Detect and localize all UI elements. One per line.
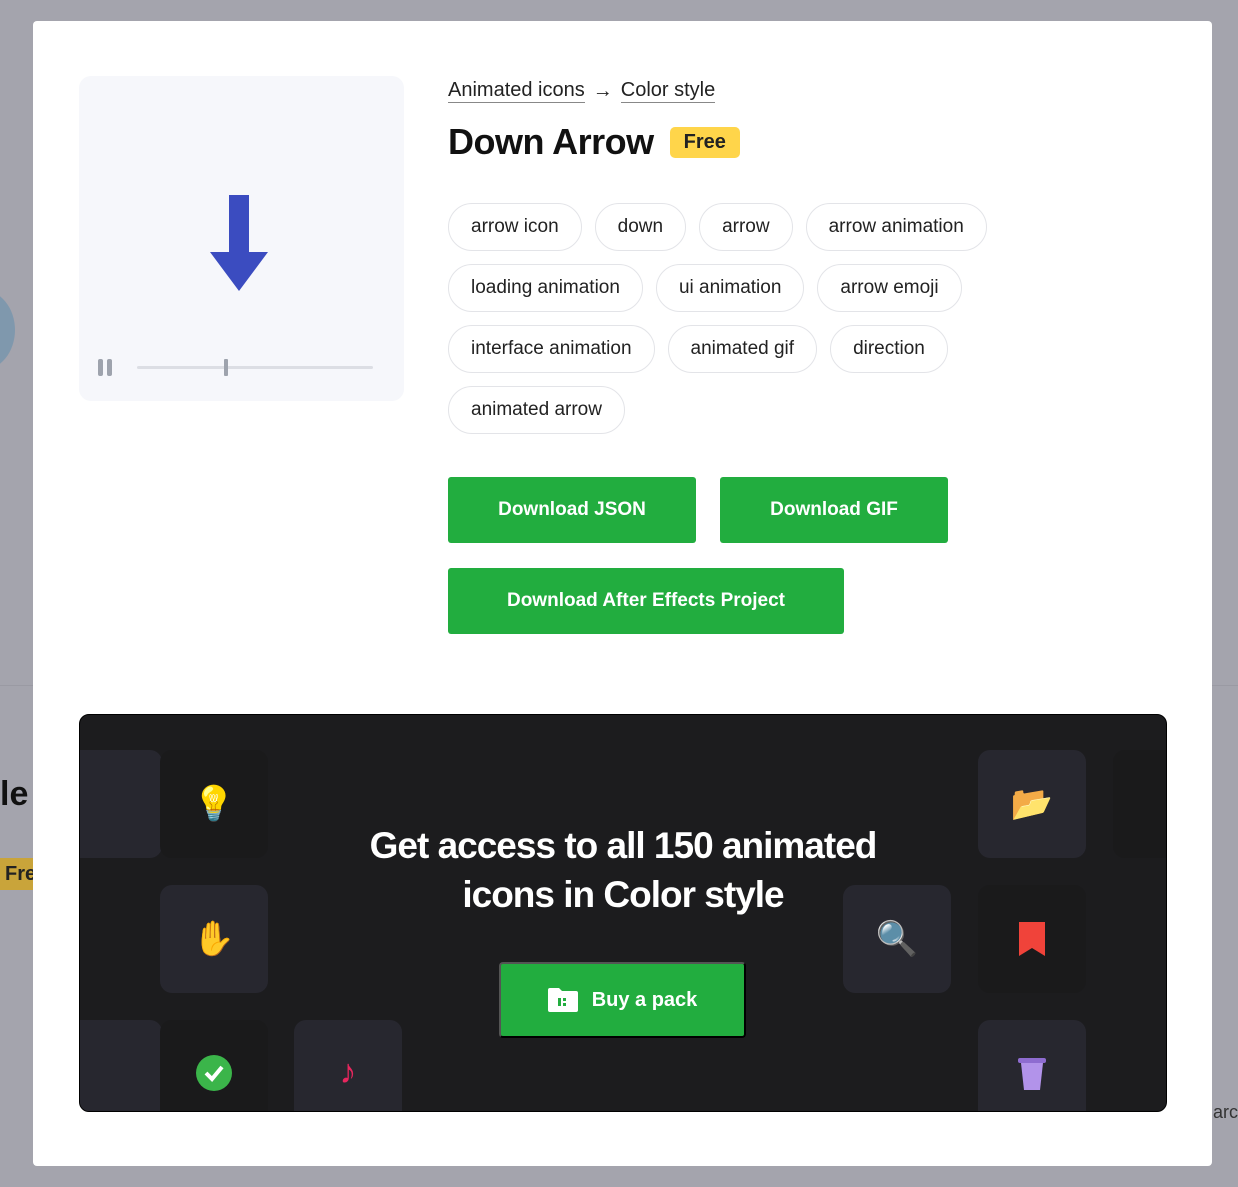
down-arrow-icon [210, 195, 268, 291]
tag-chip[interactable]: ui animation [655, 264, 805, 312]
background-avatar [0, 290, 15, 370]
breadcrumb: Animated icons → Color style [448, 79, 1048, 103]
tag-chip[interactable]: down [594, 203, 687, 251]
slider-thumb[interactable] [224, 359, 229, 376]
tile [80, 1020, 162, 1111]
trash-icon [978, 1020, 1086, 1111]
download-gif-button[interactable]: Download GIF [720, 477, 948, 543]
banner-heading-line1: Get access to all 150 animated [369, 825, 878, 866]
music-note-icon: ♪ [294, 1020, 402, 1111]
tag-chip[interactable]: loading animation [448, 264, 643, 312]
background-title: le [0, 775, 29, 813]
tag-chip[interactable]: arrow animation [805, 203, 987, 251]
tag-chip[interactable]: direction [830, 325, 948, 373]
folder-icon [547, 988, 578, 1012]
pause-icon-bar [107, 359, 112, 376]
breadcrumb-animated-icons[interactable]: Animated icons [448, 79, 585, 103]
free-badge: Free [669, 126, 740, 158]
page-title: Down Arrow [448, 121, 654, 162]
tag-chip[interactable]: interface animation [448, 325, 655, 373]
tag-chip[interactable]: arrow icon [448, 203, 582, 251]
tag-chip[interactable]: arrow emoji [817, 264, 962, 312]
tag-chip[interactable]: animated gif [667, 325, 818, 373]
buy-pack-button[interactable]: Buy a pack [499, 962, 746, 1038]
pause-button[interactable] [98, 359, 112, 376]
background-text: arc [1212, 1102, 1238, 1122]
download-json-button[interactable]: Download JSON [448, 477, 696, 543]
icon-detail-modal: Animated icons → Color style Down Arrow … [33, 21, 1212, 1166]
playback-slider[interactable] [137, 359, 373, 376]
check-circle-icon [160, 1020, 268, 1111]
breadcrumb-color-style[interactable]: Color style [620, 79, 716, 103]
tag-chip[interactable]: animated arrow [448, 386, 625, 434]
pause-icon [98, 359, 103, 376]
banner-heading-line2: icons in Color style [462, 874, 784, 915]
tag-chip[interactable]: arrow [699, 203, 793, 251]
arrow-right-icon: → [592, 79, 613, 102]
download-ae-project-button[interactable]: Download After Effects Project [448, 568, 844, 634]
banner-heading: Get access to all 150 animated icons in … [80, 821, 1166, 919]
tag-list: arrow icon down arrow arrow animation loadin… [448, 203, 1048, 434]
animation-preview [79, 76, 404, 401]
buy-pack-label: Buy a pack [591, 988, 698, 1011]
promo-banner: 💡 📂 ✋ 🔍 ♪ Get access to all 150 animated… [79, 714, 1167, 1112]
